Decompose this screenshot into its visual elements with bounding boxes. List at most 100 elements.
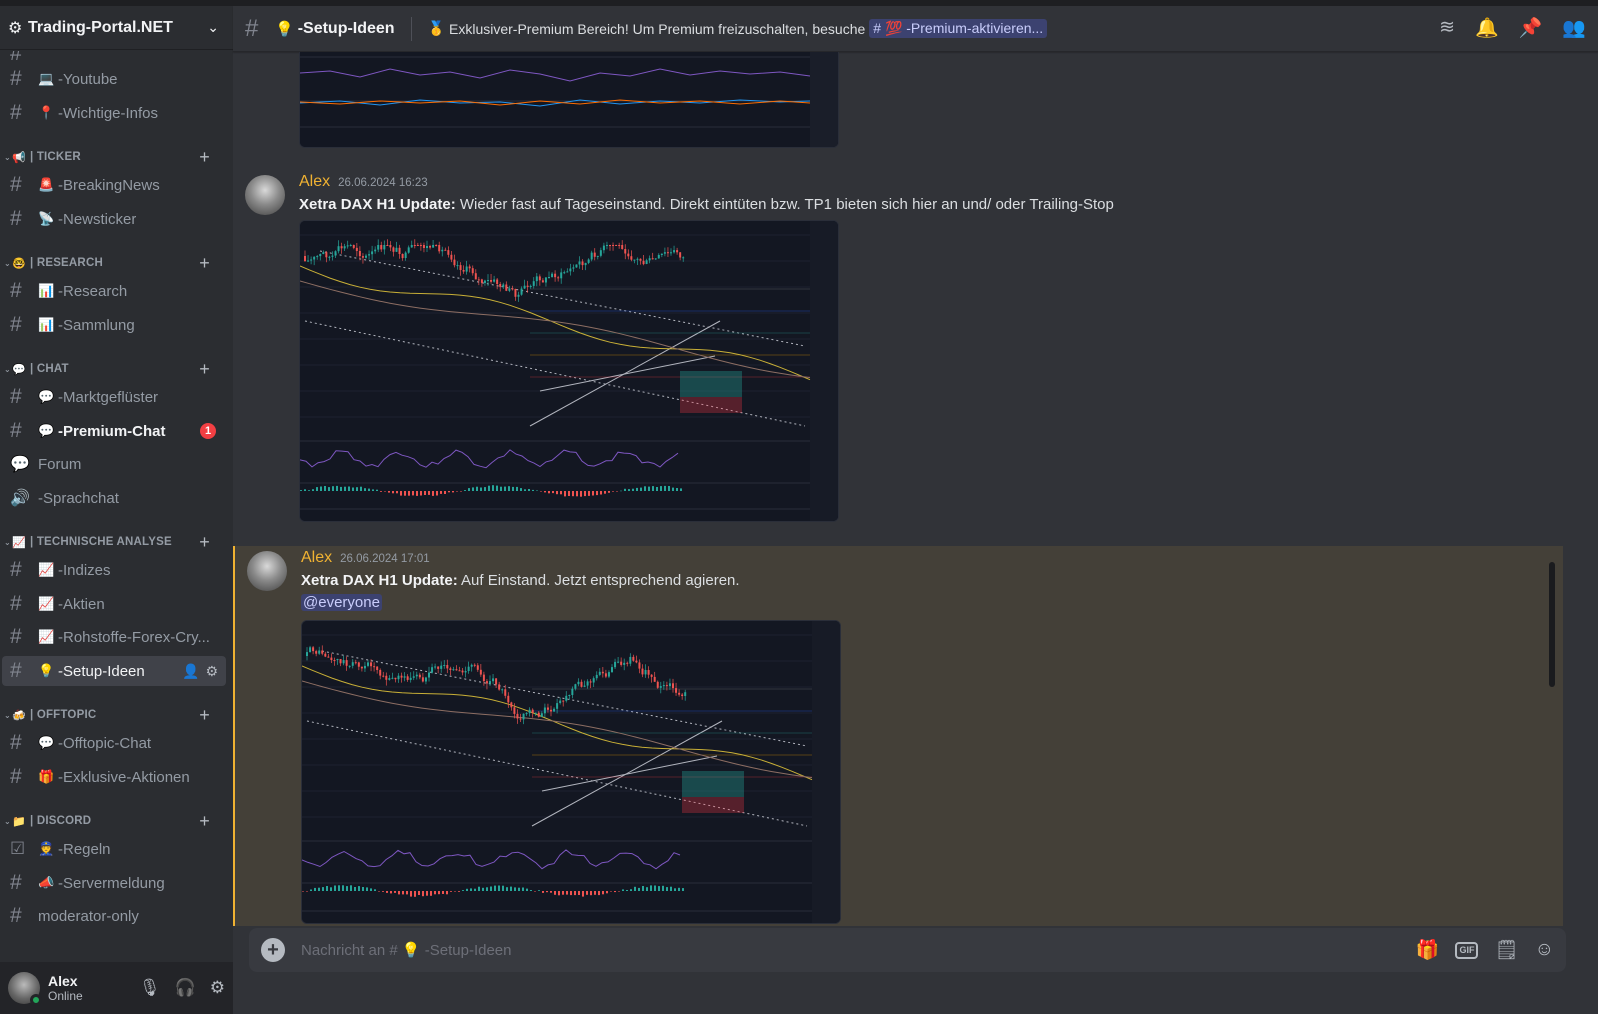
hash-icon: # — [10, 592, 22, 615]
author-name[interactable]: Alex — [301, 549, 332, 567]
emoji-icon[interactable]: ☺ — [1535, 939, 1554, 961]
channel-breakingnews[interactable]: # 🚨 -BreakingNews — [2, 170, 226, 200]
composer-toolbar: 🎁 GIF 🗒 ☺ — [1416, 938, 1554, 962]
headphones-icon[interactable]: 🎧 — [175, 978, 196, 998]
pin-icon[interactable]: 📌 — [1519, 16, 1543, 40]
scrollbar-thumb[interactable] — [1549, 562, 1555, 687]
trading-chart-image — [300, 221, 838, 521]
gift-icon[interactable]: 🎁 — [1416, 938, 1440, 962]
user-info[interactable]: Alex Online — [48, 973, 139, 1003]
channel-aktien[interactable]: # 📈 -Aktien — [2, 589, 226, 619]
channel-servermeldung[interactable]: # 📣 -Servermeldung — [2, 868, 226, 898]
bell-icon[interactable]: 🔔 — [1475, 16, 1499, 40]
channel-title: -Setup-Ideen — [297, 19, 395, 37]
gear-icon[interactable]: ⚙ — [210, 978, 225, 998]
hash-icon: # — [10, 385, 22, 408]
locked-hash-icon: # — [10, 904, 22, 927]
channel-tools: 👤 ⚙ — [182, 663, 218, 680]
add-channel-icon[interactable]: + — [199, 532, 210, 553]
channel-label: -Rohstoffe-Forex-Cry... — [58, 628, 210, 646]
channel-moderator-only[interactable]: # moderator-only — [2, 901, 226, 931]
author-name[interactable]: Alex — [299, 173, 330, 191]
channel-rohstoffe-forex[interactable]: # 📈 -Rohstoffe-Forex-Cry... — [2, 622, 226, 652]
channel-indizes[interactable]: # 📈 -Indizes — [2, 555, 226, 585]
message-list[interactable]: Alex 26.06.2024 16:23 Xetra DAX H1 Updat… — [233, 52, 1563, 926]
microphone-icon[interactable]: 🎙 — [139, 978, 161, 998]
invite-icon[interactable]: 👤 — [182, 663, 199, 680]
beer-emoji-icon: 🍻 — [12, 709, 26, 722]
channel-forum[interactable]: 💬 Forum — [2, 449, 226, 479]
category-offtopic[interactable]: ⌄ 🍻 | OFFTOPIC + — [0, 705, 226, 725]
category-research[interactable]: ⌄ 🤓 | RESEARCH + — [0, 253, 226, 273]
add-channel-icon[interactable]: + — [199, 811, 210, 832]
add-channel-icon[interactable]: + — [199, 253, 210, 274]
add-attachment-button[interactable]: + — [261, 938, 285, 962]
category-discord[interactable]: ⌄ 📁 | DISCORD + — [0, 811, 226, 831]
category-label: | RESEARCH — [30, 257, 103, 269]
channel-research[interactable]: # 📊 -Research — [2, 276, 226, 306]
chart-image-attachment[interactable] — [301, 620, 841, 924]
user-panel: Alex Online 🎙 🎧 ⚙ — [0, 962, 233, 1014]
channel-offtopic-chat[interactable]: # 💬 -Offtopic-Chat — [2, 728, 226, 758]
lightbulb-emoji-icon: 💡 — [275, 20, 294, 38]
message-item[interactable]: Alex 26.06.2024 16:23 Xetra DAX H1 Updat… — [233, 170, 1563, 540]
threads-icon[interactable]: ≋ — [1439, 16, 1455, 40]
avatar[interactable] — [245, 175, 285, 215]
channel-label: -Offtopic-Chat — [58, 734, 152, 752]
user-name: Alex — [48, 973, 78, 989]
channel-regeln[interactable]: ☑ 👮 -Regeln — [2, 834, 226, 864]
channel-exklusive-aktionen[interactable]: # 🎁 -Exklusive-Aktionen — [2, 762, 226, 792]
channel-label: -Regeln — [58, 840, 111, 858]
category-ticker[interactable]: ⌄ 📢 | TICKER + — [0, 147, 226, 167]
chart-emoji-icon: 📊 — [38, 317, 55, 332]
channel-sammlung[interactable]: # 📊 -Sammlung — [2, 310, 226, 340]
avatar[interactable] — [8, 972, 42, 1006]
gif-icon[interactable]: GIF — [1455, 941, 1479, 959]
channel-list[interactable]: # # 💻 -Youtube # 📍 -Wichtige-Infos ⌄ 📢 |… — [0, 51, 233, 943]
channel-setup-ideen[interactable]: # 💡 -Setup-Ideen 👤 ⚙ — [2, 656, 226, 686]
channel-label: -Research — [58, 282, 128, 300]
message-item-highlighted[interactable]: Alex 26.06.2024 17:01 Xetra DAX H1 Updat… — [233, 546, 1563, 926]
placeholder-prefix: Nachricht an # — [301, 942, 398, 959]
category-label: | TECHNISCHE ANALYSE — [30, 536, 172, 548]
channel-topic[interactable]: 🥇 Exklusiver-Premium Bereich! Um Premium… — [428, 19, 1048, 38]
sticker-icon[interactable]: 🗒 — [1494, 938, 1518, 962]
server-header[interactable]: ⚙ Trading-Portal.NET ⌄ — [0, 6, 233, 50]
channel-sprachchat[interactable]: 🔊 -Sprachchat — [2, 483, 226, 513]
chevron-down-icon[interactable]: ⌄ — [207, 19, 219, 36]
message-input[interactable]: Nachricht an # 💡 -Setup-Ideen — [301, 941, 1416, 959]
channel-newsticker[interactable]: # 📡 -Newsticker — [2, 204, 226, 234]
gear-icon[interactable]: ⚙ — [205, 663, 218, 680]
avatar[interactable] — [247, 551, 287, 591]
channel-youtube[interactable]: # 💻 -Youtube — [2, 64, 226, 94]
category-chat[interactable]: ⌄ 💬 | CHAT + — [0, 359, 226, 379]
channel-label: -Sprachchat — [38, 489, 119, 507]
chart-up-emoji-icon: 📈 — [38, 562, 55, 577]
server-name: Trading-Portal.NET — [28, 18, 173, 36]
channel-premium-chat[interactable]: # 💬 -Premium-Chat 1 — [2, 416, 226, 446]
divider — [410, 16, 412, 41]
user-status: Online — [48, 989, 83, 1003]
channel-wichtige-infos[interactable]: # 📍 -Wichtige-Infos — [2, 98, 226, 128]
chart-image-attachment-partial[interactable] — [299, 52, 839, 148]
category-technische-analyse[interactable]: ⌄ 📈 | TECHNISCHE ANALYSE + — [0, 532, 226, 552]
channel-label: -Setup-Ideen — [58, 662, 145, 680]
channel-marktgefluester[interactable]: # 💬 -Marktgeflüster — [2, 382, 226, 412]
hash-icon: # — [10, 731, 22, 754]
header-toolbar: ≋ 🔔 📌 👥 — [1439, 16, 1586, 40]
everyone-mention[interactable]: @everyone — [301, 594, 382, 611]
channel-label: -Exklusive-Aktionen — [58, 768, 190, 786]
speech-bubble-emoji-icon: 💬 — [12, 363, 26, 376]
collapse-arrow-icon: ⌄ — [4, 537, 11, 547]
police-emoji-icon: 👮 — [38, 841, 55, 856]
add-channel-icon[interactable]: + — [199, 359, 210, 380]
add-channel-icon[interactable]: + — [199, 147, 210, 168]
chart-image-attachment[interactable] — [299, 220, 839, 522]
channel-mention-link[interactable]: # 💯 -Premium-aktivieren... — [869, 19, 1048, 38]
collapse-arrow-icon: ⌄ — [4, 710, 11, 720]
chart-up-emoji-icon: 📈 — [38, 629, 55, 644]
add-channel-icon[interactable]: + — [199, 705, 210, 726]
message-composer[interactable]: + Nachricht an # 💡 -Setup-Ideen 🎁 GIF 🗒 … — [249, 928, 1566, 972]
member-list-icon[interactable]: 👥 — [1562, 16, 1586, 40]
channel-label: -Youtube — [58, 70, 118, 88]
